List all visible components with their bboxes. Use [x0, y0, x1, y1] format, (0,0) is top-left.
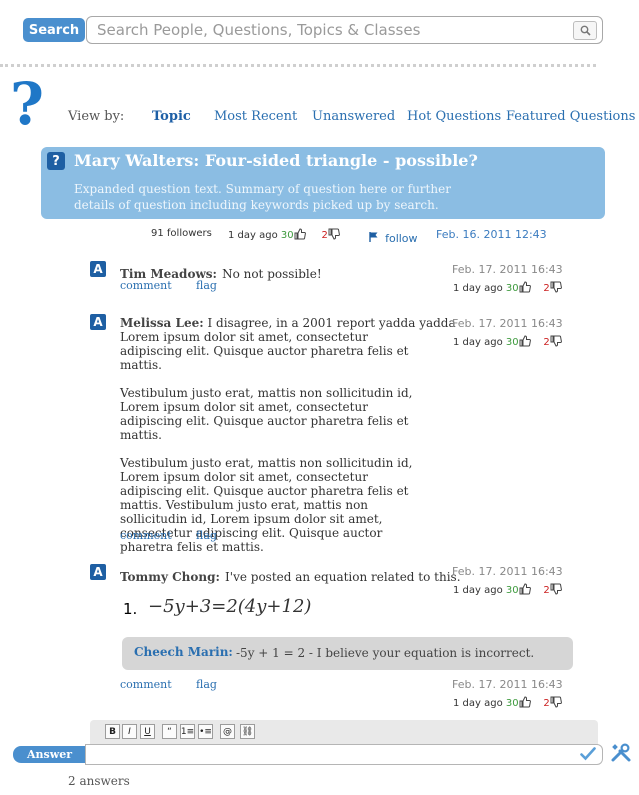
answer-text: No not possible!	[222, 267, 322, 281]
thumbs-up-icon[interactable]	[519, 696, 531, 708]
numbered-list-button[interactable]: 1≡	[180, 724, 195, 739]
questions-logo-icon: ?	[10, 70, 44, 138]
comment-age: 1 day ago	[453, 698, 503, 709]
bullet-list-button[interactable]: •≡	[198, 724, 213, 739]
viewby-label: View by:	[68, 109, 125, 124]
answer-count: 2 answers	[68, 774, 130, 788]
answer-votes: 1 day ago 30 2	[453, 583, 562, 596]
italic-button[interactable]: I	[122, 724, 137, 739]
answer-icon: A	[90, 261, 106, 277]
comment-link[interactable]: comment	[120, 529, 172, 542]
answer-author[interactable]: Melissa Lee:	[120, 316, 204, 330]
equation-number: 1.	[123, 600, 138, 618]
upvote-count: 30	[505, 585, 519, 596]
question-title[interactable]: Mary Walters: Four-sided triangle - poss…	[74, 151, 478, 170]
answer-age: 1 day ago	[453, 337, 503, 348]
thumbs-down-icon[interactable]	[550, 335, 562, 347]
follow-label: follow	[385, 232, 418, 245]
upvote-count: 30	[505, 698, 519, 709]
answer-votes: 1 day ago 30 2	[453, 335, 562, 348]
comment-link[interactable]: comment	[120, 279, 172, 292]
comment-author[interactable]: Cheech Marin:	[134, 645, 233, 659]
tab-hot-questions[interactable]: Hot Questions	[407, 109, 501, 124]
upvote-count: 30	[505, 337, 519, 348]
comment-text: -5y + 1 = 2 - I believe your equation is…	[236, 646, 535, 660]
answer-date: Feb. 17. 2011 16:43	[452, 565, 563, 578]
thumbs-down-icon[interactable]	[550, 281, 562, 293]
follow-button[interactable]: follow	[368, 227, 418, 247]
answer-text: I've posted an equation related to this.	[225, 570, 461, 584]
thumbs-down-icon[interactable]	[550, 583, 562, 595]
flag-icon	[368, 228, 380, 247]
answer-label: Answer	[13, 746, 86, 763]
thumbs-down-icon[interactable]	[328, 228, 340, 240]
answer-input[interactable]	[85, 744, 603, 765]
comment-link[interactable]: comment	[120, 678, 172, 691]
answer-icon: A	[90, 564, 106, 580]
equation: −5y+3=2(4y+12)	[148, 596, 312, 617]
thumbs-up-icon[interactable]	[519, 335, 531, 347]
bold-button[interactable]: B	[105, 724, 120, 739]
flag-link[interactable]: flag	[196, 678, 217, 691]
tab-unanswered[interactable]: Unanswered	[312, 109, 395, 124]
answer-date: Feb. 17. 2011 16:43	[452, 317, 563, 330]
question-date: Feb. 16. 2011 12:43	[436, 228, 547, 241]
tab-featured-questions[interactable]: Featured Questions	[506, 109, 635, 124]
answer-age: 1 day ago	[453, 585, 503, 596]
upvote-count: 30	[505, 283, 519, 294]
answer-icon: A	[90, 314, 106, 330]
answer-paragraph: Lorem ipsum dolor sit amet, consectetur …	[120, 330, 409, 372]
answer-date: Feb. 17. 2011 16:43	[452, 263, 563, 276]
link-button[interactable]: ⛓	[240, 724, 255, 739]
flag-link[interactable]: flag	[196, 529, 217, 542]
thumbs-down-icon[interactable]	[550, 696, 562, 708]
mention-button[interactable]: @	[220, 724, 235, 739]
answer-body: Melissa Lee: I disagree, in a 2001 repor…	[120, 316, 456, 554]
underline-button[interactable]: U	[140, 724, 155, 739]
answer-votes: 1 day ago 30 2	[453, 281, 562, 294]
question-meta: 1 day ago 30 2	[228, 228, 340, 241]
followers-count: 91 followers	[151, 228, 212, 239]
tab-most-recent[interactable]: Most Recent	[214, 109, 297, 124]
answer-paragraph: Vestibulum justo erat, mattis non sollic…	[120, 386, 413, 442]
flag-link[interactable]: flag	[196, 279, 217, 292]
question-icon: ?	[47, 152, 65, 170]
thumbs-up-icon[interactable]	[519, 583, 531, 595]
comment-votes: 1 day ago 30 2	[453, 696, 562, 709]
search-button[interactable]	[573, 21, 597, 40]
thumbs-up-icon[interactable]	[519, 281, 531, 293]
search-icon	[580, 25, 591, 36]
answer-author[interactable]: Tommy Chong:	[120, 570, 220, 584]
answer-first-line: I disagree, in a 2001 report yadda yadda	[207, 316, 456, 330]
answer-header: Tommy Chong: I've posted an equation rel…	[120, 566, 461, 585]
tools-icon[interactable]	[610, 743, 632, 767]
search-placeholder: Search People, Questions, Topics & Class…	[97, 21, 421, 39]
thumbs-up-icon[interactable]	[294, 228, 306, 240]
question-summary: Expanded question text. Summary of quest…	[74, 182, 451, 212]
search-label: Search	[23, 18, 85, 42]
search-input[interactable]: Search People, Questions, Topics & Class…	[86, 16, 603, 44]
tab-topic[interactable]: Topic	[152, 109, 191, 124]
question-age: 1 day ago	[228, 230, 278, 241]
submit-check-icon[interactable]	[580, 746, 596, 765]
answer-age: 1 day ago	[453, 283, 503, 294]
quote-button[interactable]: “	[162, 724, 177, 739]
upvote-count: 30	[280, 230, 294, 241]
divider	[0, 64, 596, 67]
comment-date: Feb. 17. 2011 16:43	[452, 678, 563, 691]
